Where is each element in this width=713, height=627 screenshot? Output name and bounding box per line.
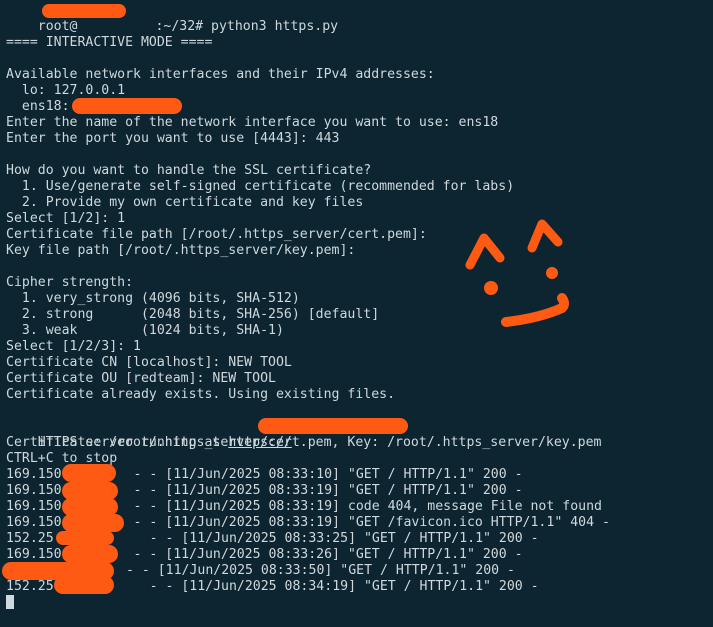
mode-banner: ==== INTERACTIVE MODE ==== [6, 35, 213, 50]
cipher-option-1: 1. very_strong (4096 bits, SHA-512) [6, 291, 300, 306]
log-ip: 152.25 [6, 579, 54, 594]
ssl-option-2: 2. Provide my own certificate and key fi… [6, 195, 364, 210]
log-ip: 169.150 [6, 547, 62, 562]
server-running-line: HTTPS server running at https:// [6, 419, 292, 450]
redaction-log-ip [62, 464, 116, 482]
terminal-cursor [6, 595, 14, 609]
prompt-user: root@ [37, 19, 78, 34]
cipher-header: Cipher strength: [6, 275, 134, 290]
log-ip: 169.150 [6, 499, 62, 514]
log-ip: 169.150 [6, 467, 62, 482]
log-text: - - [11/Jun/2025 08:33:19] "GET /favicon… [125, 515, 610, 530]
log-text: - - [11/Jun/2025 08:33:19] code 404, mes… [125, 499, 602, 514]
log-ip: 152.25 [6, 531, 54, 546]
smiley-doodle-icon [465, 219, 569, 327]
prompt-path: :~/32# [155, 19, 212, 34]
prompt-interface: Enter the name of the network interface … [6, 115, 499, 130]
prompt-port: Enter the port you want to use [4443]: 4… [6, 131, 340, 146]
log-text: - - [11/Jun/2025 08:33:26] "GET / HTTP/1… [125, 547, 523, 562]
redaction-log-ip [56, 531, 114, 545]
ssl-question: How do you want to handle the SSL certif… [6, 163, 372, 178]
cert-ou: Certificate OU [redteam]: NEW TOOL [6, 371, 276, 386]
cipher-option-3: 3. weak (1024 bits, SHA-1) [6, 323, 284, 338]
log-ip: 169.150 [6, 515, 62, 530]
interface-ens18: ens18: [6, 99, 78, 114]
redaction-hostname [42, 4, 126, 18]
interfaces-header: Available network interfaces and their I… [6, 67, 435, 82]
cipher-select: Select [1/2/3]: 1 [6, 339, 141, 354]
interface-lo: lo: 127.0.0.1 [6, 83, 126, 98]
terminal-window[interactable]: root@ :~/32# python3 https.py ==== INTERA… [0, 0, 713, 627]
log-text: - - [11/Jun/2025 08:33:19] "GET / HTTP/1… [125, 483, 523, 498]
cert-key-info: Certificate: /root/.https_server/cert.pe… [6, 435, 602, 450]
redaction-ens18-ip [72, 98, 182, 114]
redaction-log-ip [62, 545, 118, 563]
cert-cn: Certificate CN [localhost]: NEW TOOL [6, 355, 292, 370]
redaction-log-ip [62, 514, 124, 532]
cert-path-prompt: Certificate file path [/root/.https_serv… [6, 227, 427, 242]
cert-exists: Certificate already exists. Using existi… [6, 387, 396, 402]
log-ip: 169.150 [6, 483, 62, 498]
log-text: - - [11/Jun/2025 08:34:19] "GET / HTTP/1… [141, 579, 539, 594]
ssl-select: Select [1/2]: 1 [6, 211, 126, 226]
key-path-prompt: Key file path [/root/.https_server/key.p… [6, 243, 356, 258]
redaction-log-ip [54, 576, 114, 594]
log-text: - - [11/Jun/2025 08:33:25] "GET / HTTP/1… [141, 531, 539, 546]
cipher-option-2: 2. strong (2048 bits, SHA-256) [default] [6, 307, 380, 322]
ssl-option-1: 1. Use/generate self-signed certificate … [6, 179, 515, 194]
redaction-server-url [258, 418, 408, 434]
prompt-command: python3 https.py [211, 19, 339, 34]
log-text: - - [11/Jun/2025 08:33:10] "GET / HTTP/1… [125, 467, 523, 482]
log-text: - - [11/Jun/2025 08:33:50] "GET / HTTP/1… [118, 563, 515, 578]
